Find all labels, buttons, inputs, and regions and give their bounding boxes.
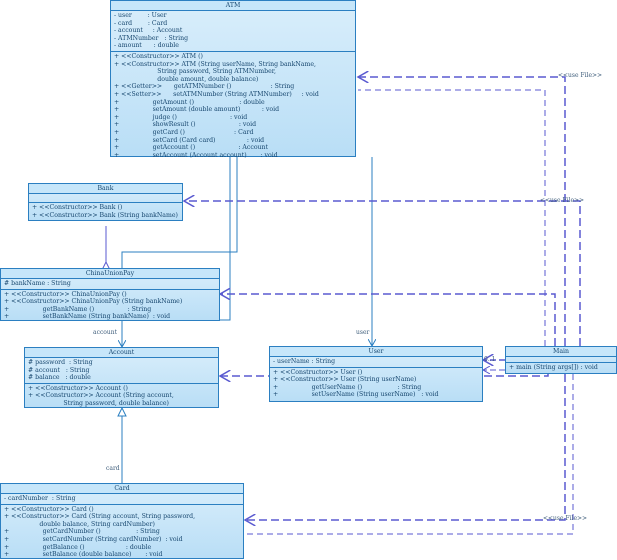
member-row: # password : String (28, 359, 93, 366)
member-row: + <<Constructor>> ATM (String userName, … (114, 60, 316, 68)
class-atm-operations: + <<Constructor>> ATM () + <<Constructor>… (111, 52, 355, 160)
class-account-attributes: # password : String # account : String # b… (25, 358, 218, 384)
member-row: - userName : String (273, 358, 336, 365)
main-bank-dependency (184, 201, 581, 346)
use-file-label-bank: <<use File>> (540, 197, 585, 204)
member-row: - ATMNumber : String (114, 34, 189, 42)
member-row: - user : User (114, 12, 167, 19)
member-row: + setCardNumber (String cardNumber) : vo… (4, 535, 183, 543)
member-row: + setUserName (String userName) : void (273, 391, 439, 399)
member-row: - cardNumber : String (4, 495, 76, 502)
member-row: + getBalance () : double (4, 543, 152, 551)
member-row: + <<Constructor>> Bank () (32, 204, 123, 211)
member-row: String password, String ATMNumber, (114, 68, 277, 76)
member-row: + <<Constructor>> ChinaUnionPay () (4, 290, 127, 298)
member-row: - amount : double (114, 42, 179, 50)
member-row: + getUserName () : String (273, 383, 422, 391)
class-card[interactable]: Card - cardNumber : String + <<Construct… (0, 483, 244, 559)
member-row: + <<Constructor>> Account (String accoun… (28, 392, 174, 400)
member-row: + <<Constructor>> User () (273, 368, 363, 376)
class-account-operations: + <<Constructor>> Account () + <<Construc… (25, 384, 218, 409)
user-multiplicity-label: 0..1 (484, 356, 496, 363)
member-row: + getAmount () : double (114, 98, 265, 106)
class-atm[interactable]: ATM - user : User - card : Card - account … (110, 0, 356, 160)
class-user-name: User (270, 347, 482, 357)
main-atm-dependency (358, 77, 566, 346)
class-user[interactable]: User - userName : String + <<Constructor… (269, 346, 483, 402)
class-main-name: Main (506, 347, 616, 357)
member-row: # account : String (28, 366, 90, 374)
member-row: + <<Constructor>> Card (String account, … (4, 513, 196, 521)
class-account[interactable]: Account # password : String # account : S… (24, 347, 219, 408)
class-main[interactable]: Main + main (String args[]) : void (505, 346, 617, 374)
member-row: + showResult () : void (114, 121, 257, 129)
class-bank[interactable]: Bank + <<Constructor>> Bank () + <<Constr… (28, 183, 183, 221)
member-row: String password, double balance) (28, 399, 169, 407)
class-chinaunionpay-operations: + <<Constructor>> ChinaUnionPay () + <<Co… (1, 290, 219, 322)
member-row: + setAmount (double amount) : void (114, 106, 280, 114)
class-bank-operations: + <<Constructor>> Bank () + <<Constructor… (29, 203, 182, 220)
class-main-operations: + main (String args[]) : void (506, 363, 616, 373)
member-row: double balance, String cardNumber) (4, 520, 155, 528)
class-atm-name: ATM (111, 1, 355, 11)
class-atm-attributes: - user : User - card : Card - account : Ac… (111, 11, 355, 52)
use-file-label-card: <<use File>> (543, 515, 588, 522)
member-row: + <<Constructor>> Bank (String bankName) (32, 211, 178, 219)
member-row: + main (String args[]) : void (509, 364, 598, 371)
class-chinaunionpay-name: ChinaUnionPay (1, 269, 219, 279)
member-row: + getBankName () : String (4, 305, 152, 313)
member-row: + <<Setter>> setATMNumber (String ATMNum… (114, 90, 319, 98)
member-row: + <<Constructor>> ChinaUnionPay (String … (4, 298, 183, 306)
member-row: + getCardNumber () : String (4, 528, 160, 536)
member-row: double amount, double balance) (114, 75, 259, 83)
member-row: + setBankName (String bankName) : void (4, 313, 171, 321)
generalization-triangle-account (117, 406, 127, 417)
member-row: + getCard () : Card (114, 128, 254, 136)
member-row: - card : Card (114, 19, 168, 27)
member-row: + setCard (Card card) : void (114, 136, 265, 144)
member-row: # bankName : String (4, 280, 71, 287)
member-row: + <<Getter>> getATMNumber () : String (114, 83, 295, 91)
member-row: + getAccount () : Account (114, 144, 269, 152)
class-card-operations: + <<Constructor>> Card () + <<Constructor… (1, 505, 243, 560)
member-row: + judge () : void (114, 113, 248, 121)
class-chinaunionpay-attributes: # bankName : String (1, 279, 219, 290)
class-account-name: Account (25, 348, 218, 358)
class-bank-name: Bank (29, 184, 182, 194)
user-role-label: user (356, 329, 370, 336)
main-cup-dependency (220, 294, 556, 346)
member-row: + setAccount (Account account) : void (114, 151, 278, 159)
use-file-label-atm: <<use File>> (558, 72, 603, 79)
member-row: + <<Constructor>> Card () (4, 505, 94, 513)
account-role-label: account (93, 329, 118, 336)
member-row: + <<Constructor>> ATM () (114, 52, 203, 60)
class-card-name: Card (1, 484, 243, 494)
card-role-label: card (106, 465, 120, 472)
class-card-attributes: - cardNumber : String (1, 494, 243, 505)
member-row: - account : Account (114, 27, 183, 35)
class-user-operations: + <<Constructor>> User () + <<Constructor… (270, 368, 482, 400)
member-row: + <<Constructor>> Account () (28, 384, 128, 392)
member-row: + setBalance (double balance) : void (4, 551, 163, 559)
member-row: # balance : double (28, 374, 91, 382)
class-user-attributes: - userName : String (270, 357, 482, 368)
member-row: + <<Constructor>> User (String userName) (273, 376, 417, 384)
class-chinaunionpay[interactable]: ChinaUnionPay # bankName : String + <<Co… (0, 268, 220, 321)
class-bank-attributes (29, 194, 182, 203)
